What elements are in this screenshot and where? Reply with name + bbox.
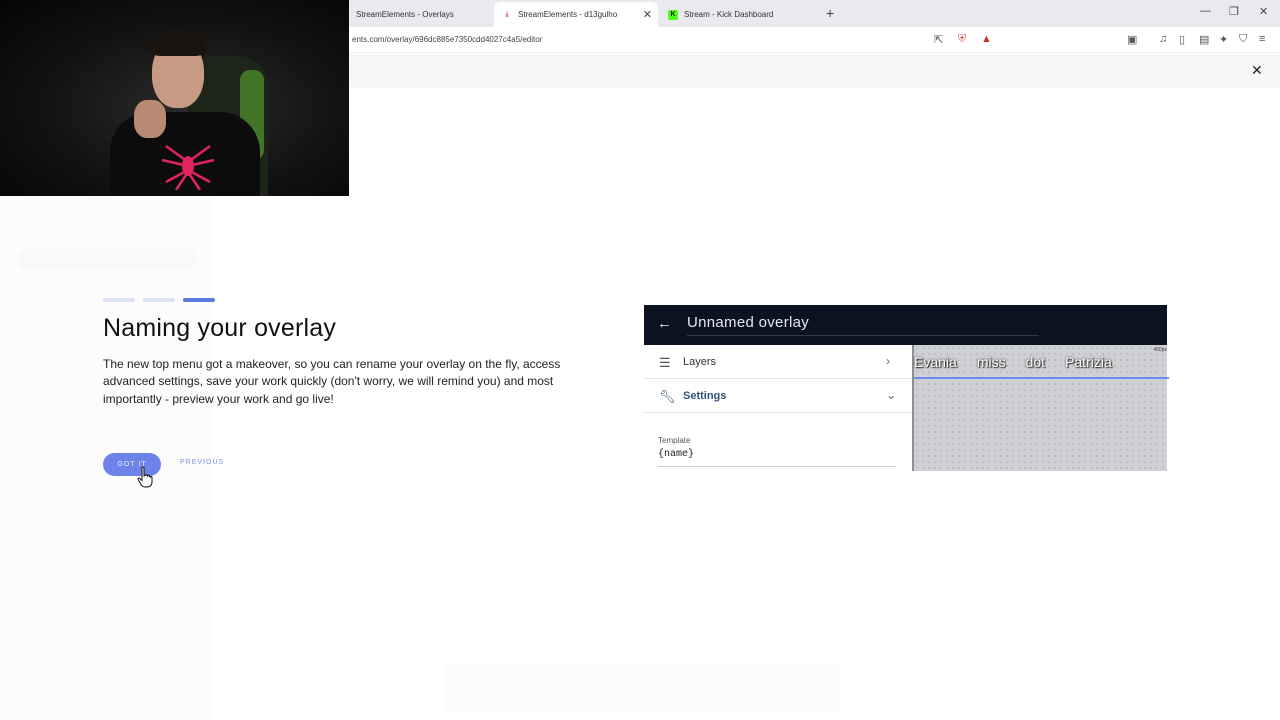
chevron-down-icon: ⌄: [886, 388, 897, 402]
overlay-editor-preview: ← Unnamed overlay ☰ Layers › 🔧︎ Settings…: [644, 305, 1169, 471]
previous-button[interactable]: PREVIOUS: [180, 459, 224, 466]
streamelements-favicon-icon: ⤓: [502, 9, 512, 20]
settings-label: Settings: [683, 390, 727, 402]
step-dot: [143, 298, 175, 302]
share-icon[interactable]: ⇱: [934, 33, 943, 46]
name-item: Patrizia: [1065, 354, 1112, 370]
layers-label: Layers: [683, 356, 717, 368]
webcam-feed: [0, 0, 349, 196]
chevron-right-icon: ›: [886, 354, 890, 368]
tab-label: StreamElements - d13gulho: [518, 10, 618, 19]
preview-side-panel: ☰ Layers › 🔧︎ Settings ⌄ Template {name}: [644, 345, 912, 471]
close-tour-icon[interactable]: ✕: [1251, 62, 1263, 79]
name-widget[interactable]: Evania miss dot Patrizia 400px: [914, 347, 1169, 379]
minimize-icon[interactable]: —: [1200, 5, 1211, 17]
vpn-icon[interactable]: ⛉: [1239, 33, 1247, 46]
new-tab-icon[interactable]: +: [826, 5, 834, 21]
screenshot-icon[interactable]: ▣: [1127, 33, 1137, 46]
preview-header: ← Unnamed overlay: [644, 305, 1167, 345]
layers-icon: ☰: [659, 355, 671, 370]
name-item: Evania: [914, 354, 957, 370]
widget-size-label: 400px: [1153, 347, 1167, 353]
overlay-name-underline: [687, 335, 1039, 336]
wrench-icon: 🔧︎: [659, 389, 676, 404]
maximize-icon[interactable]: ❐: [1229, 5, 1239, 18]
kick-favicon-icon: K: [668, 9, 678, 20]
tab-streamelements-active[interactable]: ⤓ StreamElements - d13gulho ✕: [494, 2, 658, 27]
layers-row[interactable]: ☰ Layers ›: [644, 345, 912, 379]
brave-shield-icon[interactable]: ⛨: [958, 33, 966, 46]
person-hand: [134, 100, 166, 138]
name-item: miss: [976, 354, 1006, 370]
faded-toolbar: [444, 664, 840, 712]
back-arrow-icon[interactable]: ←: [657, 315, 672, 332]
tab-overlays[interactable]: StreamElements - Overlays: [348, 2, 494, 27]
url-field[interactable]: ents.com/overlay/696dc885e7350cdd4027c4a…: [352, 35, 542, 44]
faded-sidebar-item: [17, 249, 197, 269]
template-input[interactable]: {name}: [658, 449, 896, 467]
wallet-icon[interactable]: ▤: [1199, 33, 1209, 46]
tab-close-icon[interactable]: ✕: [643, 8, 652, 21]
overlay-name-field[interactable]: Unnamed overlay: [687, 314, 809, 331]
settings-row[interactable]: 🔧︎ Settings ⌄: [644, 379, 912, 413]
window-close-icon[interactable]: ✕: [1259, 5, 1268, 18]
preview-canvas: Evania miss dot Patrizia 400px: [912, 345, 1169, 471]
onboarding-description: The new top menu got a makeover, so you …: [103, 357, 561, 406]
mouse-cursor-icon: [137, 466, 153, 488]
step-dot-active: [183, 298, 215, 302]
onboarding-title: Naming your overlay: [103, 314, 337, 342]
person-hair: [150, 30, 206, 56]
tab-label: Stream - Kick Dashboard: [684, 10, 774, 19]
tab-label: StreamElements - Overlays: [356, 10, 454, 19]
menu-icon[interactable]: ≡: [1259, 33, 1265, 45]
name-item: dot: [1025, 354, 1046, 370]
step-indicator: [103, 298, 215, 302]
brave-rewards-icon[interactable]: ▲: [981, 33, 992, 45]
screen: StreamElements - Overlays ⤓ StreamElemen…: [0, 0, 1280, 720]
leo-ai-icon[interactable]: ✦: [1219, 33, 1228, 46]
tab-kick-dashboard[interactable]: K Stream - Kick Dashboard: [660, 2, 820, 27]
spider-logo-icon: [161, 144, 215, 190]
music-icon[interactable]: ♫: [1159, 33, 1167, 45]
sidebar-icon[interactable]: ▯: [1179, 33, 1185, 46]
template-label: Template: [658, 436, 691, 445]
step-dot: [103, 298, 135, 302]
